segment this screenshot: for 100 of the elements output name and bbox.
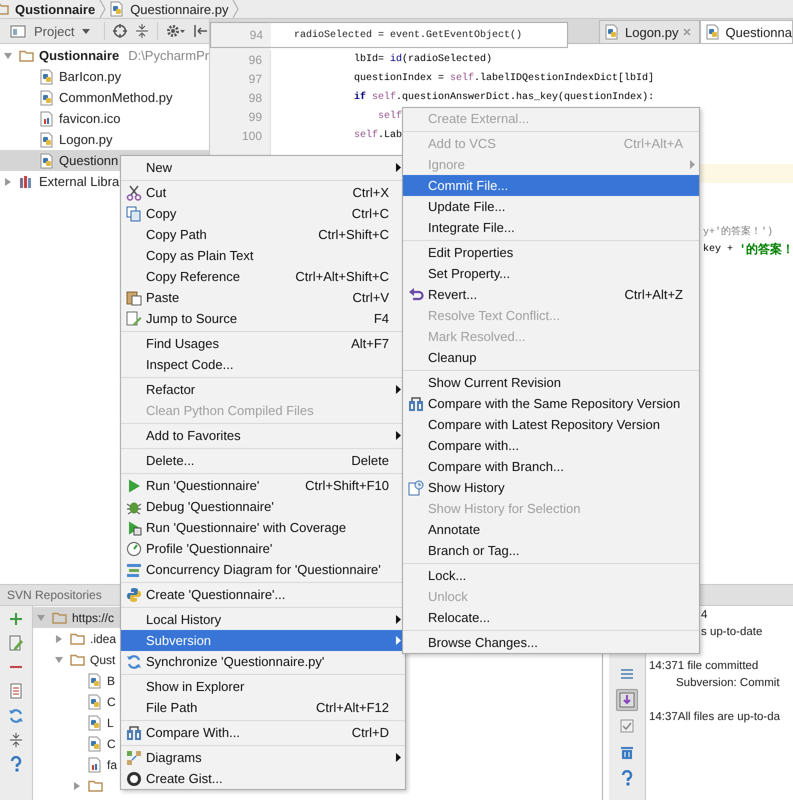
tree-item-label[interactable]: B	[107, 674, 116, 688]
menu-item[interactable]: Lock...	[403, 565, 699, 586]
diagram-icon	[126, 750, 142, 766]
library-icon	[19, 174, 34, 188]
settings-icon[interactable]	[166, 24, 186, 38]
code-line: self.Lab	[353, 130, 402, 141]
menu-item[interactable]: Show in Explorer	[121, 676, 405, 697]
menu-item[interactable]: Compare with Latest Repository Version	[403, 414, 699, 435]
history-icon	[408, 480, 424, 496]
expand-arrow-icon[interactable]	[54, 654, 64, 664]
menu-item[interactable]: New	[121, 157, 405, 178]
menu-item[interactable]: Annotate	[403, 519, 699, 540]
menu-item[interactable]: Show History	[403, 477, 699, 498]
collapse-icon[interactable]	[135, 24, 149, 38]
help-icon[interactable]	[10, 756, 22, 772]
menu-item[interactable]: Compare with...	[403, 435, 699, 456]
tree-item-label[interactable]: L	[107, 716, 114, 730]
menu-item[interactable]: Update File...	[403, 196, 699, 217]
menu-item[interactable]: Compare With... Ctrl+D	[121, 722, 405, 743]
line-number: 97	[248, 72, 262, 86]
menu-item[interactable]: Copy as Plain Text	[121, 245, 405, 266]
hide-panel-icon[interactable]	[194, 24, 208, 38]
refresh-icon[interactable]	[8, 708, 24, 724]
tree-item-label[interactable]: Logon.py	[59, 132, 112, 147]
tree-item-label[interactable]: External Libra	[39, 174, 120, 189]
menu-item[interactable]: Commit File...	[403, 175, 699, 196]
menu-item[interactable]: Add to Favorites	[121, 425, 405, 446]
menu-item[interactable]: Debug 'Questionnaire'	[121, 496, 405, 517]
tree-item-label[interactable]: C	[107, 694, 116, 708]
file-tab[interactable]: Questionna	[700, 20, 793, 43]
menu-item[interactable]: Cleanup	[403, 347, 699, 368]
menu-item[interactable]: File Path Ctrl+Alt+F12	[121, 697, 405, 718]
add-icon[interactable]	[9, 612, 23, 626]
menu-item[interactable]: Delete... Delete	[121, 450, 405, 471]
expand-arrow-icon[interactable]	[54, 634, 64, 644]
menu-item[interactable]: Cut Ctrl+X	[121, 182, 405, 203]
sync-icon	[126, 654, 142, 670]
menu-item[interactable]: Jump to Source F4	[121, 308, 405, 329]
toolbar-button[interactable]	[616, 689, 638, 711]
tree-item-label[interactable]: fa	[107, 758, 118, 772]
expand-arrow-icon[interactable]	[36, 612, 46, 622]
menu-item[interactable]: Refactor	[121, 379, 405, 400]
expand-arrow-icon[interactable]	[3, 176, 13, 186]
close-icon[interactable]	[682, 28, 690, 36]
menu-item[interactable]: Local History	[121, 609, 405, 630]
list-icon[interactable]	[10, 683, 22, 699]
tree-item-label[interactable]: Qust	[90, 652, 116, 666]
breadcrumb-item[interactable]: Questionnaire.py	[110, 1, 232, 17]
tree-item-label[interactable]: .idea	[90, 632, 116, 646]
code-line: y+'的答案！')	[703, 224, 774, 240]
menu-item[interactable]: Browse Changes...	[403, 632, 699, 653]
edit-icon[interactable]	[9, 635, 23, 651]
menu-item[interactable]: Concurrency Diagram for 'Questionnaire'	[121, 559, 405, 580]
menu-item[interactable]: Find Usages Alt+F7	[121, 333, 405, 354]
menu-item[interactable]: Compare with Branch...	[403, 456, 699, 477]
paste-icon	[126, 290, 142, 306]
log-time: 14:37	[649, 659, 678, 674]
menu-item[interactable]: Create Gist...	[121, 768, 405, 789]
tree-item-label[interactable]: C	[107, 736, 116, 750]
menu-item[interactable]: Copy Ctrl+C	[121, 203, 405, 224]
menu-item[interactable]: Copy Reference Ctrl+Alt+Shift+C	[121, 266, 405, 287]
python-file-icon	[605, 24, 619, 40]
menu-item[interactable]: Copy Path Ctrl+Shift+C	[121, 224, 405, 245]
chevron-icon	[99, 0, 106, 18]
menu-item[interactable]: Paste Ctrl+V	[121, 287, 405, 308]
menu-item[interactable]: Run 'Questionnaire' Ctrl+Shift+F10	[121, 475, 405, 496]
line-number: 98	[248, 90, 262, 104]
menu-item[interactable]: Edit Properties	[403, 242, 699, 263]
file-tab[interactable]: Logon.py	[599, 20, 700, 43]
tree-item-label[interactable]: CommonMethod.py	[59, 90, 172, 105]
breadcrumb-item[interactable]: Qustionnaire	[0, 2, 100, 16]
menu-item[interactable]: Compare with the Same Repository Version	[403, 393, 699, 414]
tree-item-label[interactable]: favicon.ico	[59, 111, 120, 126]
project-path: D:\PycharmPr	[128, 48, 210, 63]
menu-item[interactable]: Subversion	[121, 630, 405, 651]
menu-item[interactable]: Create 'Questionnaire'...	[121, 584, 405, 605]
menu-item[interactable]: Branch or Tag...	[403, 540, 699, 561]
tree-item-label[interactable]: Qustionnaire	[39, 48, 120, 63]
menu-item[interactable]: Synchronize 'Questionnaire.py'	[121, 651, 405, 672]
menu-item[interactable]: Relocate...	[403, 607, 699, 628]
menu-item[interactable]: Profile 'Questionnaire'	[121, 538, 405, 559]
python-file-icon	[40, 152, 54, 168]
expand-arrow-icon[interactable]	[72, 780, 82, 790]
menu-item[interactable]: Integrate File...	[403, 217, 699, 238]
collapse-icon[interactable]	[9, 733, 23, 747]
menu-item[interactable]: Revert... Ctrl+Alt+Z	[403, 284, 699, 305]
target-icon[interactable]	[113, 24, 127, 38]
menu-item[interactable]: Run 'Questionnaire' with Coverage	[121, 517, 405, 538]
tree-item-label[interactable]: https://c	[72, 610, 114, 624]
menu-item[interactable]: Inspect Code...	[121, 354, 405, 375]
expand-arrow-icon[interactable]	[3, 50, 13, 60]
menu-item[interactable]: Set Property...	[403, 263, 699, 284]
menu-item[interactable]: Diagrams	[121, 747, 405, 768]
pencil-icon	[126, 310, 142, 326]
tree-item-label[interactable]: BarIcon.py	[59, 69, 122, 84]
undo-arrow-icon	[408, 286, 424, 302]
folder-icon	[70, 654, 85, 666]
python-file-icon	[88, 694, 102, 710]
menu-item[interactable]: Show Current Revision	[403, 372, 699, 393]
project-view-dropdown[interactable]: Project	[10, 24, 96, 38]
